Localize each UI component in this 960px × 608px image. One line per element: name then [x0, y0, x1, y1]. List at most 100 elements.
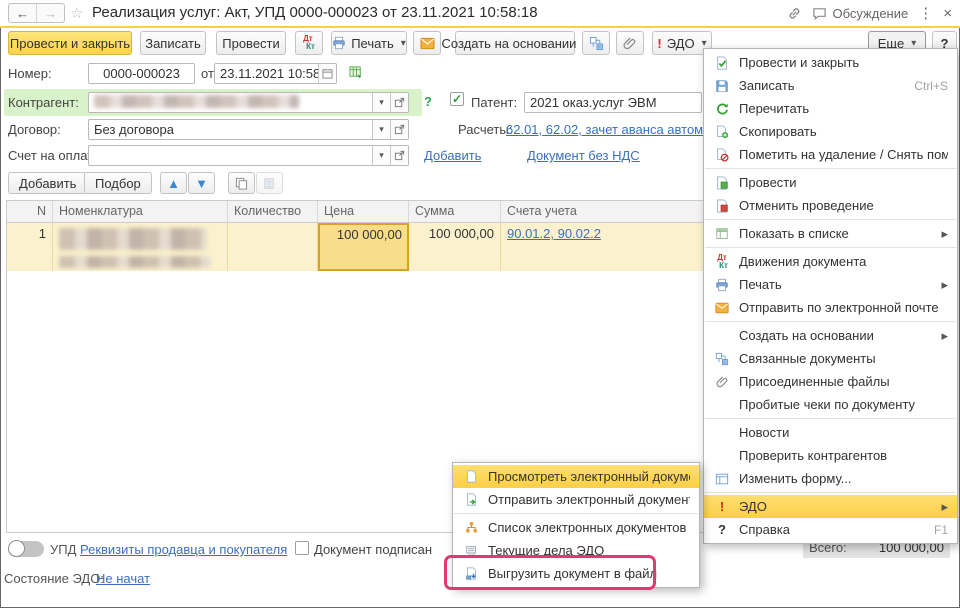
- accounts-link[interactable]: 90.01.2, 90.02.2: [507, 226, 601, 241]
- menu-item-receipts[interactable]: Пробитые чеки по документу: [704, 393, 957, 416]
- menu-item-document-movements[interactable]: ДтКт Движения документа: [704, 250, 957, 273]
- menu-separator: [705, 168, 956, 169]
- send-email-button[interactable]: [413, 31, 441, 55]
- menu-item-related-documents[interactable]: Связанные документы: [704, 347, 957, 370]
- menu-item-create-based-on[interactable]: Создать на основании: [704, 324, 957, 347]
- row-move-up-button[interactable]: ▲: [160, 172, 187, 194]
- patent-input[interactable]: 2021 оказ.услуг ЭВМ: [524, 92, 702, 113]
- contract-open-icon[interactable]: [390, 120, 408, 139]
- date-input[interactable]: 23.11.2021 10:58:18: [214, 63, 337, 84]
- column-header-price[interactable]: Цена: [318, 201, 409, 222]
- menu-item-attachments[interactable]: Присоединенные файлы: [704, 370, 957, 393]
- column-header-amount[interactable]: Сумма: [409, 201, 501, 222]
- submenu-item-edoc-list[interactable]: Список электронных документов: [453, 516, 699, 539]
- menu-item-send-email[interactable]: Отправить по электронной почте: [704, 296, 957, 319]
- invoice-add-link[interactable]: Добавить: [424, 148, 481, 163]
- copy-icon: [235, 177, 248, 190]
- contractor-input[interactable]: ▾: [88, 92, 409, 113]
- post-icon: [713, 176, 731, 190]
- dtkt-movements-button[interactable]: ДтКт: [295, 31, 323, 55]
- menu-separator: [705, 418, 956, 419]
- close-icon[interactable]: ×: [943, 5, 952, 22]
- edo-state-link[interactable]: Не начат: [96, 571, 150, 586]
- no-vat-link[interactable]: Документ без НДС: [527, 148, 640, 163]
- invoice-dropdown-icon[interactable]: ▾: [372, 146, 390, 165]
- submenu-item-export-to-file[interactable]: Выгрузить документ в файл: [453, 562, 699, 585]
- save-button[interactable]: Записать: [140, 31, 206, 55]
- paperclip-icon: [623, 36, 637, 50]
- contractor-value-redacted: [89, 93, 372, 112]
- column-header-nomenclature[interactable]: Номенклатура: [53, 201, 228, 222]
- submenu-arrow-icon: [929, 499, 948, 515]
- forward-button[interactable]: →: [36, 4, 64, 22]
- contract-input[interactable]: Без договора ▾: [88, 119, 409, 140]
- menu-item-save[interactable]: Записать Ctrl+S: [704, 74, 957, 97]
- number-input[interactable]: 0000-000023: [88, 63, 195, 84]
- row-copy-button[interactable]: [228, 172, 255, 194]
- contract-dropdown-icon[interactable]: ▾: [372, 120, 390, 139]
- contractor-open-icon[interactable]: [390, 93, 408, 112]
- menu-item-edo[interactable]: ! ЭДО: [704, 495, 957, 518]
- upd-toggle[interactable]: [8, 541, 44, 557]
- menu-item-check-contractors[interactable]: Проверить контрагентов: [704, 444, 957, 467]
- edit-number-icon[interactable]: [349, 65, 364, 80]
- patent-checkbox[interactable]: ✓: [450, 92, 464, 106]
- document-signed-checkbox[interactable]: [295, 541, 309, 555]
- print-label: Печать: [351, 36, 394, 51]
- show-in-list-icon: [713, 227, 731, 241]
- date-value: 23.11.2021 10:58:18: [215, 64, 318, 83]
- create-based-on-button[interactable]: Создать на основании: [455, 31, 575, 55]
- column-header-quantity[interactable]: Количество: [228, 201, 318, 222]
- row-pick-button[interactable]: Подбор: [84, 172, 152, 194]
- invoice-input[interactable]: ▾: [88, 145, 409, 166]
- create-based-on-label: Создать на основании: [442, 36, 577, 51]
- discussion-button[interactable]: Обсуждение: [812, 6, 908, 21]
- calendar-icon[interactable]: [318, 64, 336, 83]
- attachments-button[interactable]: [616, 31, 644, 55]
- contractor-dropdown-icon[interactable]: ▾: [372, 93, 390, 112]
- quantity-cell: [228, 223, 318, 271]
- menu-item-copy[interactable]: Скопировать: [704, 120, 957, 143]
- contractor-help-icon[interactable]: ?: [424, 94, 432, 109]
- post-and-close-label: Провести и закрыть: [10, 36, 130, 51]
- menu-item-show-in-list[interactable]: Показать в списке: [704, 222, 957, 245]
- row-move-down-button[interactable]: ▼: [188, 172, 215, 194]
- menu-item-news[interactable]: Новости: [704, 421, 957, 444]
- printer-icon: [713, 278, 731, 292]
- price-cell-selected[interactable]: 100 000,00: [318, 223, 409, 271]
- submenu-item-view-edoc[interactable]: Просмотреть электронный документ: [453, 465, 699, 488]
- number-label: Номер:: [8, 66, 52, 81]
- post-and-close-button[interactable]: Провести и закрыть: [8, 31, 132, 55]
- nomenclature-cell-redacted: [53, 223, 228, 271]
- row-extra-button[interactable]: [256, 172, 283, 194]
- requisites-link[interactable]: Реквизиты продавца и покупателя: [80, 542, 287, 557]
- related-documents-button[interactable]: [582, 31, 610, 55]
- submenu-item-edo-tasks[interactable]: Текущие дела ЭДО: [453, 539, 699, 562]
- menu-item-reread[interactable]: Перечитать: [704, 97, 957, 120]
- row-add-button[interactable]: Добавить: [8, 172, 87, 194]
- unpost-icon: [713, 199, 731, 213]
- document-icon: [462, 470, 480, 483]
- menu-separator: [705, 247, 956, 248]
- favorite-star-icon[interactable]: ☆: [70, 4, 83, 22]
- post-button[interactable]: Провести: [216, 31, 286, 55]
- menu-item-unpost[interactable]: Отменить проведение: [704, 194, 957, 217]
- menu-item-change-form[interactable]: Изменить форму...: [704, 467, 957, 490]
- change-form-icon: [713, 472, 731, 486]
- submenu-arrow-icon: [929, 277, 948, 293]
- settlements-link[interactable]: 62.01, 62.02, зачет аванса автомати: [506, 122, 703, 137]
- menu-item-post-and-close[interactable]: Провести и закрыть: [704, 51, 957, 74]
- menu-item-post[interactable]: Провести: [704, 171, 957, 194]
- save-label: Записать: [145, 36, 201, 51]
- print-button[interactable]: Печать: [331, 31, 407, 55]
- column-header-n[interactable]: N: [7, 201, 53, 222]
- get-link-icon[interactable]: [787, 6, 802, 21]
- back-button[interactable]: ←: [9, 4, 36, 22]
- invoice-open-icon[interactable]: [390, 146, 408, 165]
- kebab-menu-icon[interactable]: ⋮: [918, 4, 933, 22]
- submenu-item-send-edoc[interactable]: Отправить электронный документ: [453, 488, 699, 511]
- menu-item-mark-deletion[interactable]: Пометить на удаление / Снять пометку: [704, 143, 957, 166]
- menu-item-print[interactable]: Печать: [704, 273, 957, 296]
- edo-alert-icon: !: [713, 499, 731, 514]
- menu-item-help[interactable]: ? Справка F1: [704, 518, 957, 541]
